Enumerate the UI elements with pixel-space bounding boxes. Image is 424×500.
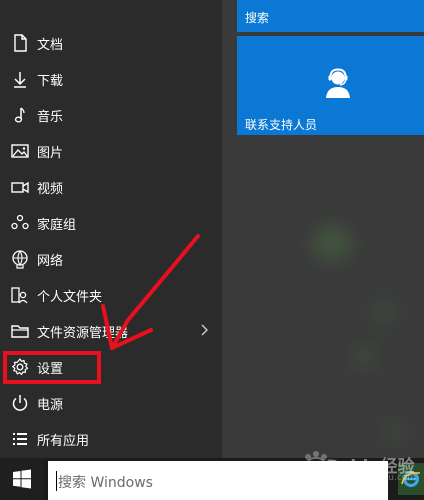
menu-item-videos[interactable]: 视频 [0,170,222,204]
text-cursor [56,471,57,491]
homegroup-icon [10,213,30,233]
document-icon [10,33,30,53]
menu-label-personal-folder: 个人文件夹 [37,290,103,305]
menu-label-videos: 视频 [37,182,64,197]
power-icon [10,393,30,413]
menu-label-network: 网络 [37,254,64,269]
all-apps-icon [10,429,30,449]
menu-item-network[interactable]: 网络 [0,242,222,276]
menu-label-documents: 文档 [37,38,64,53]
windows-logo-icon [13,469,31,489]
menu-item-pictures[interactable]: 图片 [0,134,222,168]
windows-screen: 文档 下载 音乐 图片 视频 家庭组 网络 个人文件夹 文件资源管理器 设置 电… [0,0,424,500]
search-tile[interactable]: 搜索 [237,0,424,32]
menu-item-file-explorer[interactable]: 文件资源管理器 [0,314,222,348]
file-explorer-icon [10,321,30,341]
start-menu-list: 文档 下载 音乐 图片 视频 家庭组 网络 个人文件夹 文件资源管理器 设置 电… [0,0,222,458]
menu-label-homegroup: 家庭组 [37,218,77,233]
background-glow [352,345,376,369]
background-glow [372,300,396,324]
menu-item-personal-folder[interactable]: 个人文件夹 [0,278,222,312]
menu-label-file-explorer: 文件资源管理器 [37,326,129,341]
menu-label-all-apps: 所有应用 [37,434,90,449]
contact-support-tile[interactable]: 联系支持人员 [237,36,424,135]
menu-label-music: 音乐 [37,110,64,125]
menu-item-documents[interactable]: 文档 [0,26,222,60]
pictures-icon [10,141,30,161]
menu-label-pictures: 图片 [37,146,64,161]
menu-label-downloads: 下载 [37,74,64,89]
menu-label-power: 电源 [37,398,64,413]
personal-folder-icon [10,285,30,305]
menu-item-downloads[interactable]: 下载 [0,62,222,96]
start-button[interactable] [0,458,44,500]
search-tile-label: 搜索 [245,11,270,25]
menu-item-homegroup[interactable]: 家庭组 [0,206,222,240]
chevron-right-icon[interactable] [198,322,210,338]
annotation-highlight-box [3,351,101,384]
background-glow [312,225,352,261]
search-placeholder: 搜索 Windows [58,475,153,491]
support-agent-icon [321,66,355,100]
menu-item-all-apps[interactable]: 所有应用 [0,422,222,456]
menu-item-power[interactable]: 电源 [0,386,222,420]
video-icon [10,177,30,197]
music-icon [10,105,30,125]
download-icon [10,69,30,89]
network-icon [10,249,30,269]
background-glow [382,420,406,444]
watermark-url: jingyan.baidu.com [333,473,417,483]
menu-item-music[interactable]: 音乐 [0,98,222,132]
support-tile-label: 联系支持人员 [245,118,318,132]
